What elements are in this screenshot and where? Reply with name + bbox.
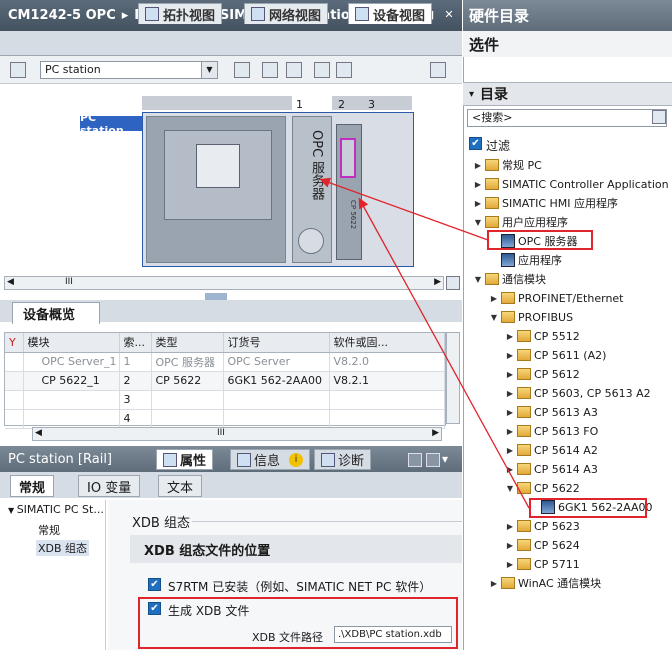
arrow-opc-to-module xyxy=(319,177,489,241)
arrow-cp5622-to-module xyxy=(358,197,530,509)
annotation-arrows xyxy=(319,177,530,509)
